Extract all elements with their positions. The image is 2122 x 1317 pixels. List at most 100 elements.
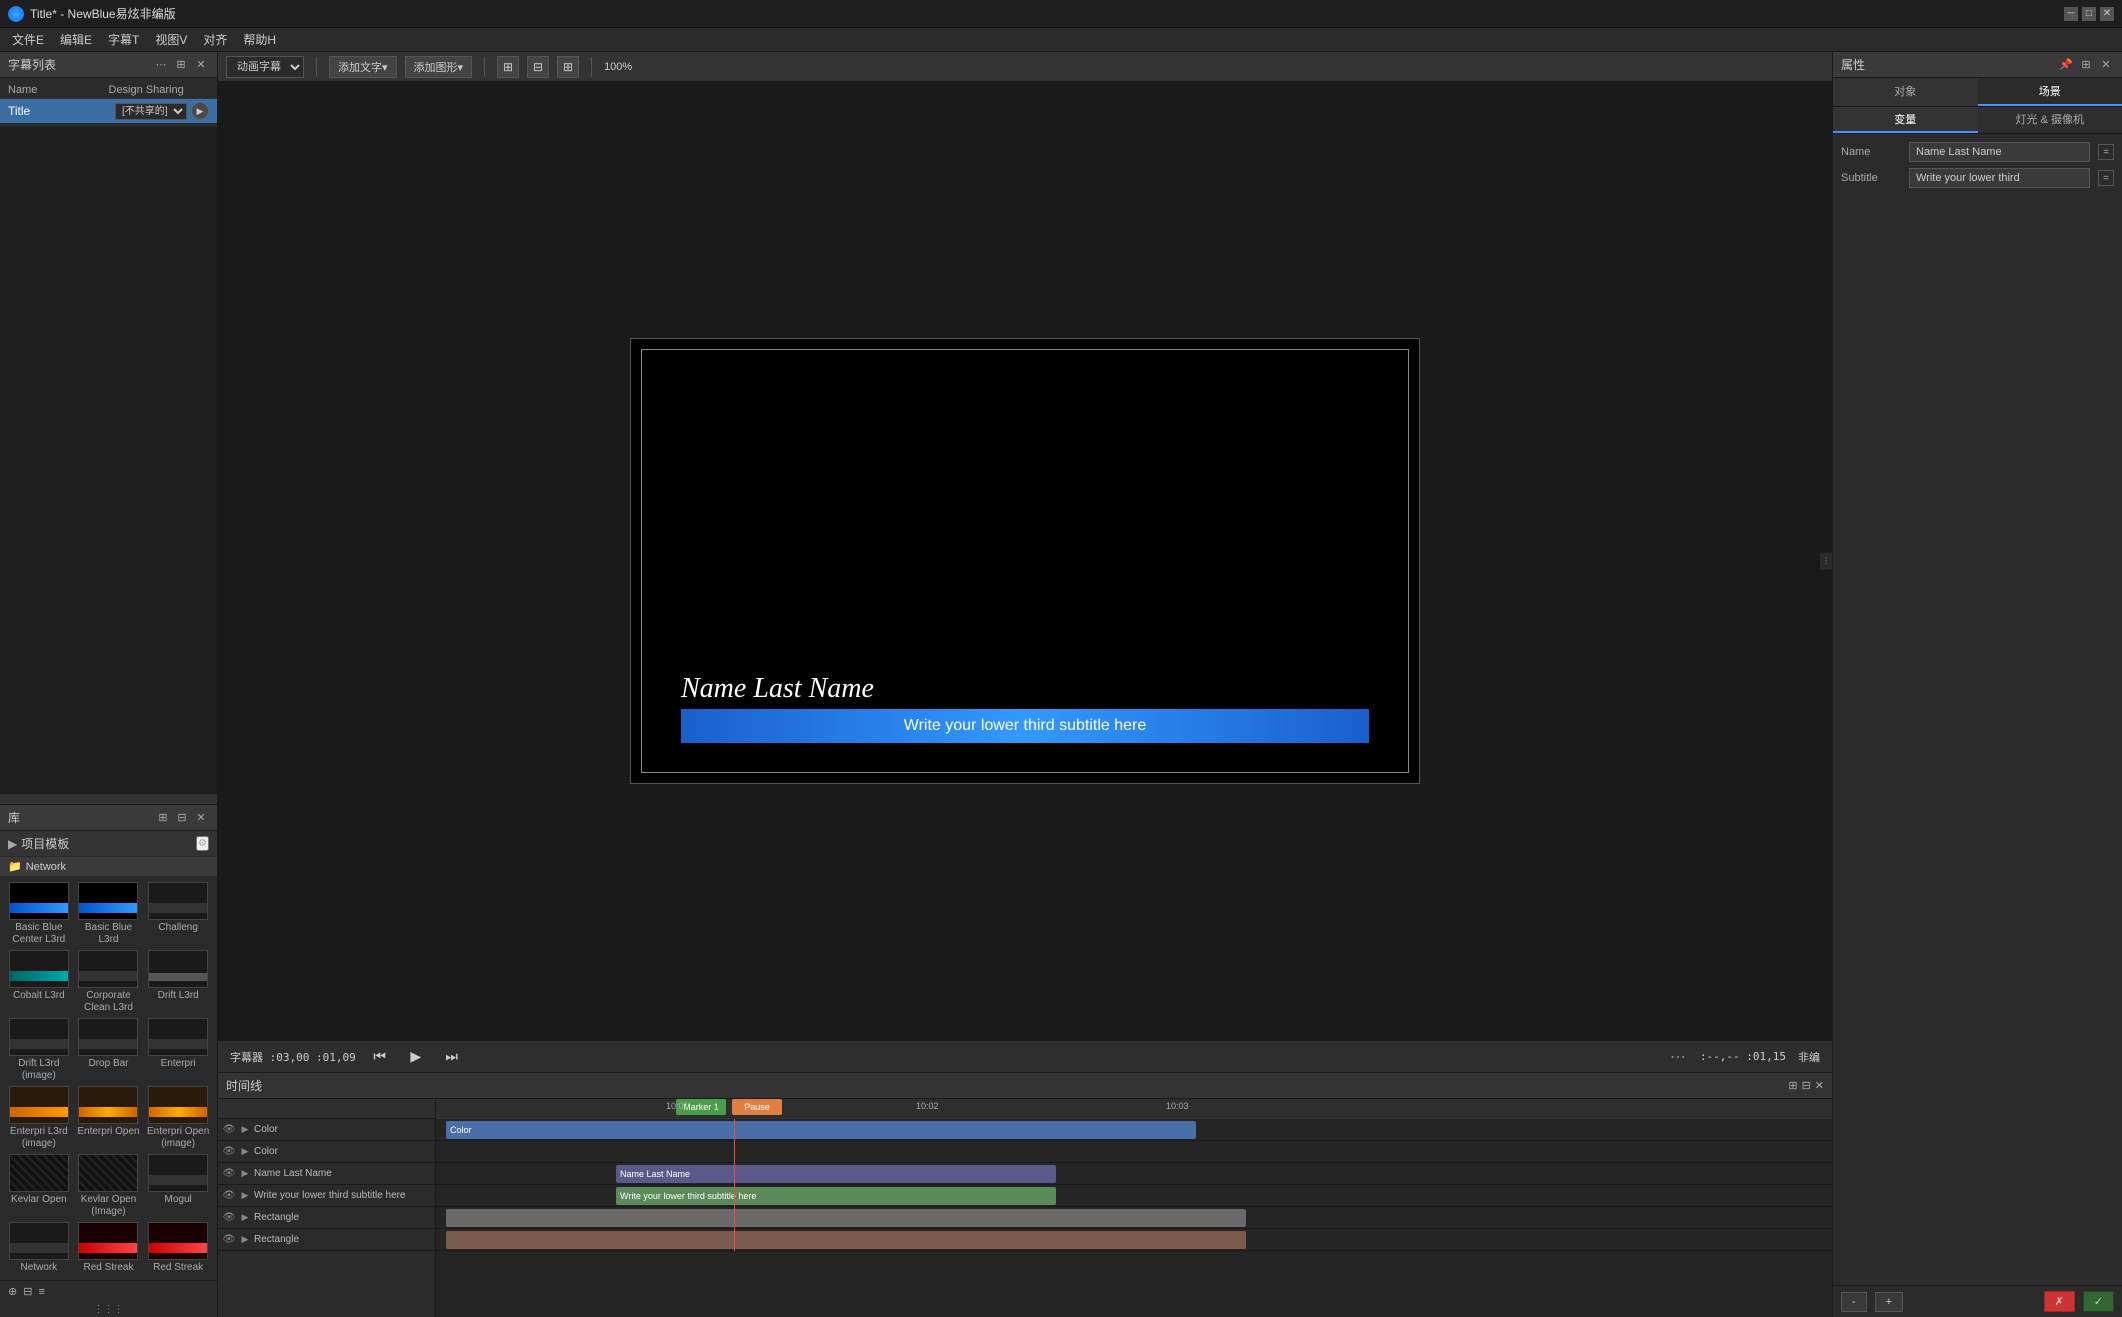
add-text-button[interactable]: 添加文字▾ (329, 56, 397, 78)
template-item-network[interactable]: Network (6, 1222, 72, 1274)
template-item-drift[interactable]: Drift L3rd (145, 950, 211, 1014)
track-block-rect1[interactable] (446, 1209, 1246, 1227)
close-button[interactable]: ✕ (2100, 7, 2114, 21)
lib-btn2[interactable]: ⊟ (174, 810, 190, 826)
props-pin-icon[interactable]: 📌 (2058, 57, 2074, 73)
track-block-name[interactable]: Name Last Name (616, 1165, 1056, 1183)
library-header: 库 ⊞ ⊟ ✕ (0, 805, 217, 831)
template-item-basic-blue-center[interactable]: Basic Blue Center L3rd (6, 882, 72, 946)
props-pop-icon[interactable]: ⊞ (2078, 57, 2094, 73)
preview-canvas: Name Last Name Write your lower third su… (218, 82, 1832, 1040)
minimize-button[interactable]: ─ (2064, 7, 2078, 21)
template-item-mogul[interactable]: Mogul (145, 1154, 211, 1218)
template-item-enterpri-open-image[interactable]: Enterpri Open (image) (145, 1086, 211, 1150)
marker-2[interactable]: Pause (732, 1099, 782, 1115)
caption-list-btn1[interactable]: ⋯ (153, 57, 169, 73)
template-item-cobalt[interactable]: Cobalt L3rd (6, 950, 72, 1014)
menu-edit[interactable]: 编辑E (52, 28, 100, 52)
lib-btn1[interactable]: ⊞ (155, 810, 171, 826)
template-item-drift-image[interactable]: Drift L3rd (image) (6, 1018, 72, 1082)
zoom-level: 100% (604, 61, 632, 73)
track-name: Color (254, 1146, 278, 1157)
prop-eq-subtitle[interactable]: = (2098, 170, 2114, 186)
lib-footer-btn3[interactable]: ≡ (38, 1285, 44, 1298)
track-eye-icon[interactable]: 👁 (222, 1123, 236, 1137)
player-skip-forward-button[interactable]: ⏭ (440, 1045, 464, 1069)
template-item-red-streak-2[interactable]: Red Streak (145, 1222, 211, 1274)
track-expand-icon[interactable]: ▶ (239, 1146, 251, 1158)
template-item-enterpri-open[interactable]: Enterpri Open (76, 1086, 142, 1150)
track-eye-icon[interactable]: 👁 (222, 1211, 236, 1225)
timeline-panel: 时间线 ⊞ ⊟ ✕ 👁 ▶ Color 👁 (218, 1072, 1832, 1317)
prop-row-subtitle: Subtitle = (1841, 168, 2114, 188)
add-shape-button[interactable]: 添加图形▾ (405, 56, 473, 78)
template-settings-btn[interactable]: ⚙ (196, 836, 209, 851)
menu-help[interactable]: 帮助H (235, 28, 284, 52)
plus-button[interactable]: + (1875, 1292, 1903, 1312)
caption-list-btn2[interactable]: ⊞ (173, 57, 189, 73)
track-block-rect2[interactable] (446, 1231, 1246, 1249)
menu-view[interactable]: 视图V (147, 28, 195, 52)
menu-align[interactable]: 对齐 (195, 28, 235, 52)
template-label: Red Streak (83, 1262, 133, 1274)
track-expand-icon[interactable]: ▶ (239, 1124, 251, 1136)
lib-footer-btn2[interactable]: ⊟ (23, 1285, 32, 1298)
player-skip-back-button[interactable]: ⏮ (368, 1045, 392, 1069)
timeline-track-labels: 👁 ▶ Color 👁 ▶ Color 👁 ▶ Name Last Name (218, 1099, 436, 1317)
track-expand-icon[interactable]: ▶ (239, 1234, 251, 1246)
template-item-challeng[interactable]: Challeng (145, 882, 211, 946)
ok-button[interactable]: ✓ (2083, 1291, 2114, 1312)
align-center-icon[interactable]: ⊟ (527, 56, 549, 78)
network-folder-row[interactable]: 📁 Network (0, 857, 217, 876)
track-eye-icon[interactable]: 👁 (222, 1189, 236, 1203)
menu-subtitle[interactable]: 字幕T (100, 28, 147, 52)
timeline-close[interactable]: ✕ (1815, 1079, 1824, 1092)
align-left-icon[interactable]: ⊞ (497, 56, 519, 78)
caption-play-button[interactable]: ▶ (191, 102, 209, 120)
caption-list: Name Design Sharing Title [不共享的] ▶ (0, 78, 217, 127)
prop-value-name[interactable] (1909, 142, 2090, 162)
caption-list-close[interactable]: ✕ (193, 57, 209, 73)
prop-eq-name[interactable]: = (2098, 144, 2114, 160)
template-item-kevlar-open[interactable]: Kevlar Open (6, 1154, 72, 1218)
menu-file[interactable]: 文件E (4, 28, 52, 52)
template-label: Basic Blue L3rd (76, 922, 142, 946)
template-item-basic-blue[interactable]: Basic Blue L3rd (76, 882, 142, 946)
player-play-button[interactable]: ▶ (404, 1045, 428, 1069)
caption-list-column-headers: Name Design Sharing (0, 82, 217, 99)
timeline-btn1[interactable]: ⊞ (1788, 1079, 1797, 1092)
template-item-enterpri-l3rd-image[interactable]: Enterpri L3rd (image) (6, 1086, 72, 1150)
template-item-enterpri[interactable]: Enterpri (145, 1018, 211, 1082)
track-eye-icon[interactable]: 👁 (222, 1233, 236, 1247)
track-eye-icon[interactable]: 👁 (222, 1167, 236, 1181)
minus-button[interactable]: - (1841, 1292, 1867, 1312)
cancel-button[interactable]: ✗ (2044, 1291, 2075, 1312)
library-panel: 库 ⊞ ⊟ ✕ ▶ 项目模板 ⚙ 📁 Network (0, 804, 217, 1302)
track-block-subtitle[interactable]: Write your lower third subtitle here (616, 1187, 1056, 1205)
props-close-icon[interactable]: ✕ (2098, 57, 2114, 73)
sub-tab-variables[interactable]: 变量 (1833, 107, 1978, 133)
template-item-dropbar[interactable]: Drop Bar (76, 1018, 142, 1082)
tab-scene[interactable]: 场景 (1978, 78, 2122, 106)
share-select[interactable]: [不共享的] (115, 103, 187, 120)
left-scrollbar[interactable] (0, 794, 217, 804)
template-item-kevlar-open-image[interactable]: Kevlar Open (Image) (76, 1154, 142, 1218)
tab-object[interactable]: 对象 (1833, 78, 1978, 106)
template-item-red-streak-1[interactable]: Red Streak (76, 1222, 142, 1274)
template-item-corporate[interactable]: Corporate Clean L3rd (76, 950, 142, 1014)
prop-value-subtitle[interactable] (1909, 168, 2090, 188)
maximize-button[interactable]: □ (2082, 7, 2096, 21)
track-expand-icon[interactable]: ▶ (239, 1212, 251, 1224)
animation-dropdown[interactable]: 动画字幕 (226, 56, 304, 78)
track-expand-icon[interactable]: ▶ (239, 1190, 251, 1202)
timeline-btn2[interactable]: ⊟ (1802, 1079, 1811, 1092)
lib-footer-btn1[interactable]: ⊕ (8, 1285, 17, 1298)
caption-list-row[interactable]: Title [不共享的] ▶ (0, 99, 217, 123)
track-block-color1[interactable]: Color (446, 1121, 1196, 1139)
lib-close[interactable]: ✕ (193, 810, 209, 826)
track-eye-icon[interactable]: 👁 (222, 1145, 236, 1159)
align-right-icon[interactable]: ⊞ (557, 56, 579, 78)
template-label: Enterpri Open (77, 1126, 139, 1138)
track-expand-icon[interactable]: ▶ (239, 1168, 251, 1180)
sub-tab-lighting[interactable]: 灯光 & 摄像机 (1978, 107, 2122, 133)
